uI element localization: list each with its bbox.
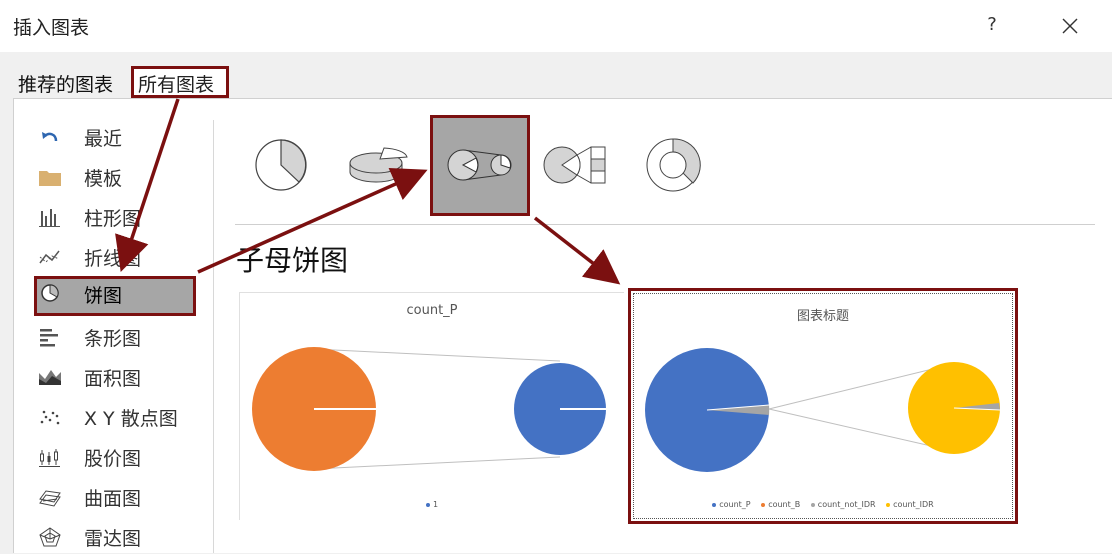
- radar-chart-icon: [39, 527, 61, 547]
- subtype-pie[interactable]: [233, 117, 329, 213]
- sidebar-item-scatter[interactable]: X Y 散点图: [34, 400, 194, 434]
- help-button[interactable]: ?: [982, 14, 1002, 35]
- pie-icon: [255, 139, 307, 191]
- pie-of-pie-preview-1: [252, 347, 606, 471]
- subtype-doughnut[interactable]: [625, 117, 721, 213]
- bar-chart-icon: [40, 329, 58, 347]
- sidebar-item-label: 模板: [84, 168, 123, 190]
- bar-of-pie-icon: [543, 146, 606, 184]
- 3d-pie-icon: [349, 147, 408, 183]
- dialog-title: 插入图表: [13, 17, 90, 39]
- sidebar-item-label: 股价图: [84, 448, 142, 470]
- pie-chart-icon: [41, 284, 59, 302]
- recent-arrow-icon: [42, 132, 58, 142]
- sidebar-item-stock[interactable]: 股价图: [34, 440, 194, 474]
- sidebar-item-label: 曲面图: [84, 488, 142, 510]
- subtype-divider: [235, 224, 1095, 225]
- sidebar-item-pie[interactable]: 饼图: [34, 276, 196, 316]
- chart-type-heading: 子母饼图: [236, 244, 349, 277]
- sidebar-item-recent[interactable]: 最近: [34, 120, 194, 154]
- sidebar-item-label: 折线图: [84, 248, 142, 270]
- sidebar-item-label: 面积图: [84, 368, 142, 390]
- sidebar-item-area[interactable]: 面积图: [34, 360, 194, 394]
- close-button[interactable]: [1054, 10, 1086, 42]
- sidebar-item-bar[interactable]: 条形图: [34, 320, 194, 354]
- sidebar-divider: [213, 120, 214, 553]
- sidebar-item-label: 饼图: [84, 285, 123, 307]
- sidebar-item-label: 柱形图: [84, 208, 142, 230]
- stock-chart-icon: [39, 449, 60, 467]
- preview-legend: 1: [240, 500, 624, 509]
- line-chart-icon: [39, 250, 60, 264]
- sidebar-item-surface[interactable]: 曲面图: [34, 480, 194, 514]
- sidebar-item-label: X Y 散点图: [84, 408, 178, 430]
- tab-recommended-charts[interactable]: 推荐的图表: [18, 70, 113, 97]
- pie-of-pie-preview-2: [645, 348, 1001, 472]
- sidebar-item-label: 最近: [84, 128, 123, 150]
- chart-preview-1[interactable]: count_P 1: [239, 292, 624, 520]
- subtype-pie-of-pie[interactable]: [430, 115, 530, 216]
- close-icon: [1062, 18, 1078, 34]
- scatter-chart-icon: [40, 410, 60, 425]
- chart-preview-2[interactable]: 图表标题 count_P count_B count_not_IDR count…: [628, 288, 1018, 524]
- sidebar-item-line[interactable]: 折线图: [34, 240, 194, 274]
- column-chart-icon: [39, 209, 60, 227]
- subtype-3d-pie[interactable]: [332, 117, 428, 213]
- sidebar-item-label: 条形图: [84, 328, 142, 350]
- pie-of-pie-icon: [447, 149, 512, 181]
- sidebar-item-column[interactable]: 柱形图: [34, 200, 194, 234]
- sidebar-item-templates[interactable]: 模板: [34, 160, 194, 194]
- tab-all-charts[interactable]: 所有图表: [131, 66, 229, 98]
- subtype-bar-of-pie[interactable]: [528, 117, 624, 213]
- title-bar: 插入图表 ?: [0, 0, 1112, 52]
- preview-legend: count_P count_B count_not_IDR count_IDR: [631, 500, 1015, 509]
- sidebar-item-label: 雷达图: [84, 528, 142, 550]
- folder-icon: [39, 171, 61, 186]
- sidebar-item-radar[interactable]: 雷达图: [34, 520, 194, 554]
- area-chart-icon: [39, 370, 61, 385]
- surface-chart-icon: [39, 490, 61, 507]
- doughnut-icon: [646, 138, 701, 192]
